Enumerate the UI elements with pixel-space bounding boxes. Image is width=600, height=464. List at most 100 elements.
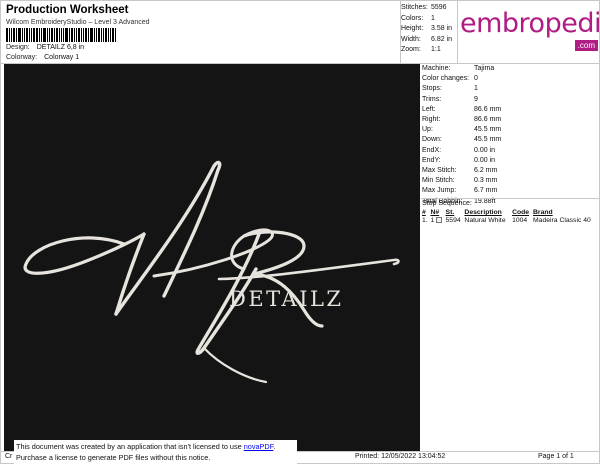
needle-number: 1 xyxy=(430,216,445,224)
barcode-bar xyxy=(78,28,80,42)
page-number: Page 1 of 1 xyxy=(538,453,574,460)
machine-row: Up: 45.5 mm xyxy=(422,126,502,134)
barcode-bar xyxy=(36,28,38,42)
design-value: DETAILZ 6,8 in xyxy=(36,44,85,51)
barcode-bar xyxy=(103,28,104,42)
barcode-bar xyxy=(85,28,87,42)
barcode-bar xyxy=(112,28,114,42)
summary-row: Zoom: 1:1 xyxy=(401,46,441,53)
signature-stroke xyxy=(202,346,268,384)
barcode-bar xyxy=(98,28,100,42)
machine-row: Down: 45.5 mm xyxy=(422,136,502,144)
barcode-bar xyxy=(71,28,73,42)
stitch-count: 5594 xyxy=(445,217,461,224)
machine-info: Machine: Tajima Color changes: 0 Stops: 1 T… xyxy=(422,64,598,207)
barcode-bar xyxy=(41,28,42,42)
barcode-bar xyxy=(96,28,97,42)
barcode-bar xyxy=(90,28,93,42)
embropedia-logo: embropedia .com xyxy=(460,9,600,53)
barcode-bar xyxy=(56,28,58,42)
column-header: St. xyxy=(445,209,455,216)
stop-number: 1. xyxy=(422,217,428,224)
notice-line-2: Purchase a license to generate PDF files… xyxy=(16,453,211,462)
barcode-bar xyxy=(63,28,64,42)
barcode-bar xyxy=(22,28,23,42)
notice-line-1: This document was created by an applicat… xyxy=(16,442,276,451)
stop-sequence-table: # N# St. Description Code Brand 1. 1 559… xyxy=(422,209,599,224)
barcode-bar xyxy=(29,28,30,42)
barcode-bar xyxy=(51,28,53,42)
barcode-bar xyxy=(81,28,82,42)
colorway-value: Colorway 1 xyxy=(44,54,80,61)
barcode-bar xyxy=(43,28,46,42)
machine-row: Color changes: 0 xyxy=(422,75,478,83)
barcode-bar xyxy=(88,28,89,42)
thread-description: Natural White xyxy=(464,217,506,224)
column-header: Code xyxy=(512,209,530,216)
novapdf-notice: This document was created by an applicat… xyxy=(14,440,297,464)
barcode-bar xyxy=(18,28,21,42)
barcode-bar xyxy=(24,28,25,42)
colorway-label: Colorway: xyxy=(6,54,38,61)
barcode-bar xyxy=(26,28,28,42)
design-label: Design: xyxy=(6,44,30,51)
barcode-bar xyxy=(33,28,35,42)
machine-row: Min Stitch: 0.3 mm xyxy=(422,177,498,185)
novapdf-link[interactable]: novaPDF xyxy=(244,442,274,451)
divider xyxy=(421,198,600,199)
barcode-bar xyxy=(115,28,116,42)
machine-row: EndY: 0.00 in xyxy=(422,156,496,164)
barcode-bar xyxy=(6,28,8,42)
barcode-bar xyxy=(39,28,40,42)
footer-left: Cr xyxy=(5,453,13,460)
machine-row: Max Stitch: 6.2 mm xyxy=(422,167,498,175)
summary-row: Colors: 1 xyxy=(401,14,435,22)
barcode-bar xyxy=(83,28,84,42)
summary-row: Height: 3.58 in xyxy=(401,25,453,32)
barcode-bar xyxy=(101,28,102,42)
barcode-bar xyxy=(16,28,17,42)
barcode-bar xyxy=(108,28,109,42)
design-preview: DETAILZ xyxy=(4,64,420,451)
logo-suffix: .com xyxy=(574,40,598,51)
design-row: Design: DETAILZ 6,8 in xyxy=(6,44,84,51)
summary-row: Stitches: 5596 xyxy=(401,4,447,11)
design-wordmark: DETAILZ xyxy=(229,287,344,311)
column-header: N# xyxy=(430,209,440,216)
thread-swatch xyxy=(436,217,443,224)
summary-row: Width: 6.82 in xyxy=(401,35,453,43)
barcode-bar xyxy=(47,28,48,42)
barcode-bar xyxy=(59,28,60,42)
barcode-bar xyxy=(54,28,55,42)
barcode-bar xyxy=(49,28,50,42)
barcode-bar xyxy=(61,28,62,42)
machine-row: Left: 86.6 mm xyxy=(422,105,502,113)
machine-row: Trims: 9 xyxy=(422,95,478,103)
page-title: Production Worksheet xyxy=(6,4,129,16)
column-header: # xyxy=(422,209,426,216)
table-header-row: # N# St. Description Code Brand xyxy=(422,209,599,216)
barcode-bar xyxy=(110,28,111,42)
barcode-bar xyxy=(76,28,77,42)
machine-row: EndX: 0.00 in xyxy=(422,146,496,154)
barcode xyxy=(6,28,129,42)
signature-stroke xyxy=(23,232,146,275)
column-header: Brand xyxy=(533,209,553,216)
colorway-row: Colorway: Colorway 1 xyxy=(6,54,79,61)
worksheet-page: Production Worksheet Wilcom EmbroiderySt… xyxy=(0,0,600,464)
thread-brand: Madeira Classic 40 xyxy=(533,217,591,224)
barcode-bar xyxy=(9,28,10,42)
stop-sequence-title: Stop Sequence: xyxy=(422,200,472,207)
embroidery-design: DETAILZ xyxy=(23,160,400,384)
summary-stats: Stitches: 5596 Colors: 1 Height: 3.58 in Wi… xyxy=(401,3,457,56)
machine-row: Machine: Tajima xyxy=(422,65,495,72)
thread-code: 1004 xyxy=(512,217,528,224)
barcode-bar xyxy=(69,28,70,42)
barcode-bar xyxy=(94,28,95,42)
logo-text: embropedia xyxy=(460,8,600,39)
barcode-bar xyxy=(65,28,68,42)
barcode-bar xyxy=(31,28,32,42)
barcode-bar xyxy=(105,28,107,42)
printed-timestamp: Printed: 12/05/2022 13:04:52 xyxy=(355,453,446,460)
machine-row: Stops: 1 xyxy=(422,85,478,93)
